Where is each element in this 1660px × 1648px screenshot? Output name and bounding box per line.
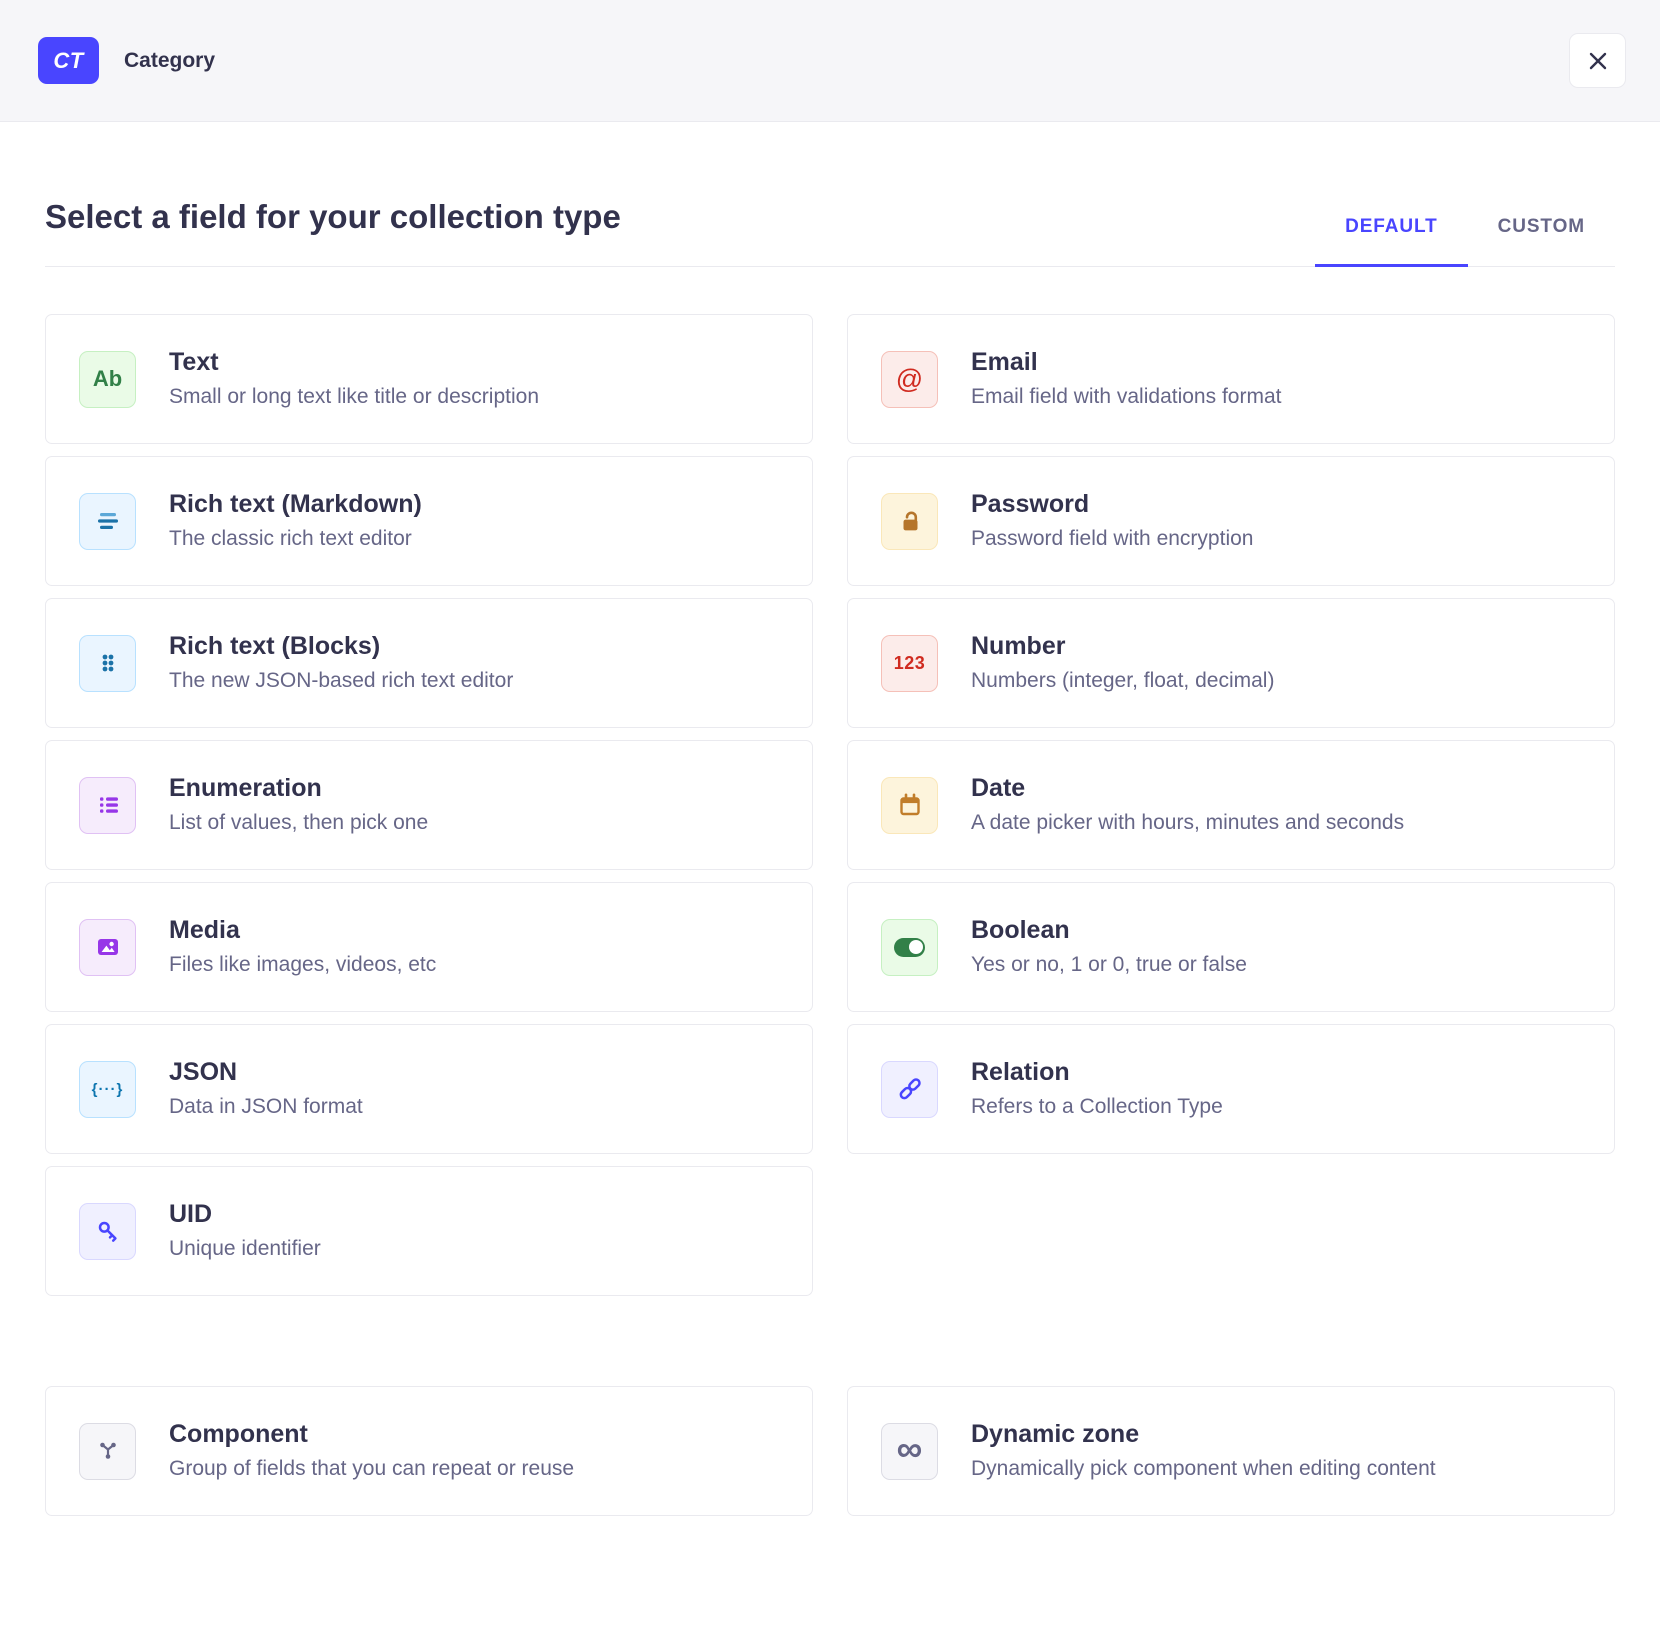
text-icon-glyph: Ab <box>93 366 122 392</box>
dynamic-zone-icon: ∞ <box>881 1423 938 1480</box>
field-name: Component <box>169 1420 574 1449</box>
field-card-uid[interactable]: UID Unique identifier <box>45 1166 813 1296</box>
uid-key-icon <box>79 1203 136 1260</box>
field-description: Dynamically pick component when editing … <box>971 1456 1436 1482</box>
field-description: A date picker with hours, minutes and se… <box>971 810 1404 836</box>
field-name: Relation <box>971 1058 1223 1087</box>
field-card-content: Media Files like images, videos, etc <box>169 916 436 978</box>
field-name: Media <box>169 916 436 945</box>
content-type-badge: CT <box>38 37 99 84</box>
field-description: Unique identifier <box>169 1236 321 1262</box>
field-description: Group of fields that you can repeat or r… <box>169 1456 574 1482</box>
field-card-text[interactable]: Ab Text Small or long text like title or… <box>45 314 813 444</box>
field-description: Files like images, videos, etc <box>169 952 436 978</box>
field-card-date[interactable]: Date A date picker with hours, minutes a… <box>847 740 1615 870</box>
field-description: Yes or no, 1 or 0, true or false <box>971 952 1247 978</box>
field-name: Email <box>971 348 1281 377</box>
password-lock-icon <box>881 493 938 550</box>
field-card-content: Text Small or long text like title or de… <box>169 348 539 410</box>
field-card-content: UID Unique identifier <box>169 1200 321 1262</box>
field-description: The new JSON-based rich text editor <box>169 668 513 694</box>
field-name: Rich text (Markdown) <box>169 490 422 519</box>
field-card-content: Enumeration List of values, then pick on… <box>169 774 428 836</box>
field-name: Date <box>971 774 1404 803</box>
toggle-on-icon <box>894 938 925 957</box>
field-card-content: Component Group of fields that you can r… <box>169 1420 574 1482</box>
richtext-markdown-icon <box>79 493 136 550</box>
field-card-content: Email Email field with validations forma… <box>971 348 1281 410</box>
field-card-content: Password Password field with encryption <box>971 490 1253 552</box>
default-fields-grid: Ab Text Small or long text like title or… <box>45 314 1615 1296</box>
title-row: Select a field for your collection type … <box>45 198 1615 267</box>
field-card-dynamic-zone[interactable]: ∞ Dynamic zone Dynamically pick componen… <box>847 1386 1615 1516</box>
field-card-content: JSON Data in JSON format <box>169 1058 363 1120</box>
tab-custom[interactable]: CUSTOM <box>1468 210 1615 266</box>
field-description: Refers to a Collection Type <box>971 1094 1223 1120</box>
media-image-icon <box>79 919 136 976</box>
relation-link-icon <box>881 1061 938 1118</box>
field-description: Password field with encryption <box>971 526 1253 552</box>
field-name: Password <box>971 490 1253 519</box>
field-description: The classic rich text editor <box>169 526 422 552</box>
field-card-email[interactable]: @ Email Email field with validations for… <box>847 314 1615 444</box>
field-card-relation[interactable]: Relation Refers to a Collection Type <box>847 1024 1615 1154</box>
field-card-number[interactable]: 123 Number Numbers (integer, float, deci… <box>847 598 1615 728</box>
field-name: Rich text (Blocks) <box>169 632 513 661</box>
field-card-richtext-markdown[interactable]: Rich text (Markdown) The classic rich te… <box>45 456 813 586</box>
email-icon: @ <box>881 351 938 408</box>
modal-header: CT Category <box>0 0 1660 122</box>
content-type-name: Category <box>124 49 215 73</box>
field-card-content: Dynamic zone Dynamically pick component … <box>971 1420 1436 1482</box>
modal-header-left: CT Category <box>38 37 215 84</box>
field-card-enumeration[interactable]: Enumeration List of values, then pick on… <box>45 740 813 870</box>
field-card-richtext-blocks[interactable]: Rich text (Blocks) The new JSON-based ri… <box>45 598 813 728</box>
email-icon-glyph: @ <box>896 364 923 395</box>
field-name: Text <box>169 348 539 377</box>
field-card-content: Rich text (Blocks) The new JSON-based ri… <box>169 632 513 694</box>
field-description: Numbers (integer, float, decimal) <box>971 668 1274 694</box>
number-icon: 123 <box>881 635 938 692</box>
json-braces-icon: {···} <box>79 1061 136 1118</box>
field-description: Email field with validations format <box>971 384 1281 410</box>
field-card-content: Rich text (Markdown) The classic rich te… <box>169 490 422 552</box>
field-card-content: Boolean Yes or no, 1 or 0, true or false <box>971 916 1247 978</box>
richtext-blocks-icon <box>79 635 136 692</box>
number-icon-glyph: 123 <box>894 653 926 674</box>
field-name: Number <box>971 632 1274 661</box>
field-card-json[interactable]: {···} JSON Data in JSON format <box>45 1024 813 1154</box>
date-calendar-icon <box>881 777 938 834</box>
close-button[interactable] <box>1569 33 1626 88</box>
field-card-content: Number Numbers (integer, float, decimal) <box>971 632 1274 694</box>
boolean-toggle-icon <box>881 919 938 976</box>
field-card-password[interactable]: Password Password field with encryption <box>847 456 1615 586</box>
close-icon <box>1586 49 1610 73</box>
field-card-boolean[interactable]: Boolean Yes or no, 1 or 0, true or false <box>847 882 1615 1012</box>
field-card-component[interactable]: Component Group of fields that you can r… <box>45 1386 813 1516</box>
field-name: Boolean <box>971 916 1247 945</box>
field-description: List of values, then pick one <box>169 810 428 836</box>
field-card-content: Date A date picker with hours, minutes a… <box>971 774 1404 836</box>
enumeration-list-icon <box>79 777 136 834</box>
field-name: UID <box>169 1200 321 1229</box>
field-description: Data in JSON format <box>169 1094 363 1120</box>
advanced-fields-grid: Component Group of fields that you can r… <box>45 1386 1615 1516</box>
infinity-icon-glyph: ∞ <box>897 1431 923 1471</box>
tab-bar: DEFAULT CUSTOM <box>1315 210 1615 266</box>
text-icon: Ab <box>79 351 136 408</box>
field-description: Small or long text like title or descrip… <box>169 384 539 410</box>
page-title: Select a field for your collection type <box>45 198 621 266</box>
component-icon <box>79 1423 136 1480</box>
field-card-content: Relation Refers to a Collection Type <box>971 1058 1223 1120</box>
json-icon-glyph: {···} <box>92 1081 124 1098</box>
field-name: Dynamic zone <box>971 1420 1436 1449</box>
field-card-media[interactable]: Media Files like images, videos, etc <box>45 882 813 1012</box>
field-name: JSON <box>169 1058 363 1087</box>
modal-body: Select a field for your collection type … <box>0 198 1660 1516</box>
tab-default[interactable]: DEFAULT <box>1315 210 1468 266</box>
field-name: Enumeration <box>169 774 428 803</box>
